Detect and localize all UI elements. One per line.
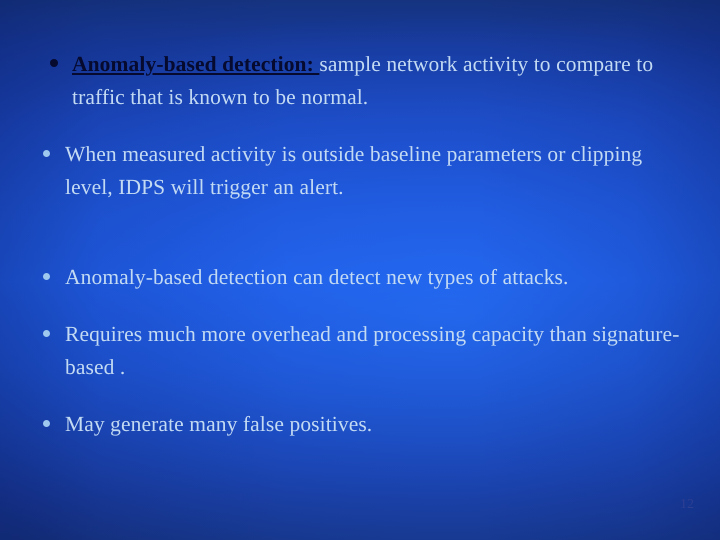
slide-canvas: Anomaly-based detection: sample network … [0,0,720,540]
slide-body-content: Anomaly-based detection: sample network … [36,48,684,441]
bullet-item-3: Anomaly-based detection can detect new t… [36,261,684,294]
bullet-dot-icon [43,330,50,337]
bullet-text-4: Requires much more overhead and processi… [65,322,680,379]
page-number: 12 [680,497,694,512]
bullet-text-3: Anomaly-based detection can detect new t… [65,265,569,289]
bullet-lead-in-1: Anomaly-based detection: [72,52,320,76]
bullet-text-1: Anomaly-based detection: sample network … [72,52,653,109]
bullet-item-4: Requires much more overhead and processi… [36,318,684,384]
bullet-item-1: Anomaly-based detection: sample network … [36,48,684,114]
bullet-text-2: When measured activity is outside baseli… [65,142,643,199]
bullet-dot-icon [43,150,50,157]
bullet-dot-icon [43,273,50,280]
bullet-item-5: May generate many false positives. [36,408,684,441]
bullet-dot-icon [43,420,50,427]
bullet-text-5: May generate many false positives. [65,412,373,436]
bullet-dot-icon [50,59,58,67]
bullet-item-2: When measured activity is outside baseli… [36,138,684,237]
